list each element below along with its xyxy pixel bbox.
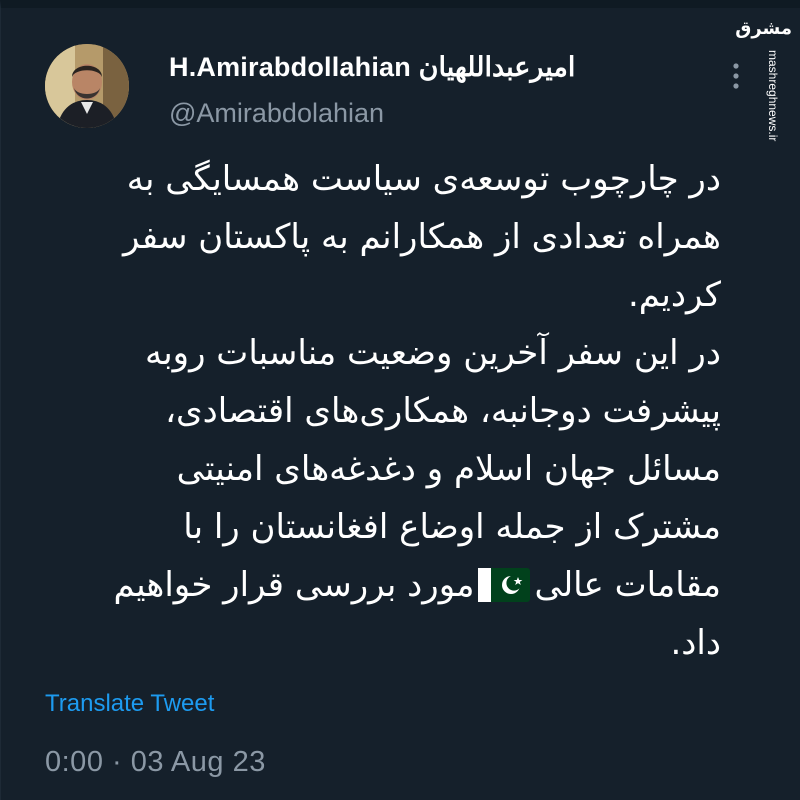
tweet-line: مسائل جهان اسلام و دغدغه‌های امنیتی [176,449,721,489]
tweet-card: مشرق mashreghnews.ir H.Amirabdollahian ا… [0,0,800,800]
tweet-line: پیشرفت دوجانبه، همکاری‌های اقتصادی، [165,391,721,431]
tweet-line: در چارچوب توسعه‌ی سیاست همسایگی به [126,159,721,199]
tweet-text: در چارچوب توسعه‌ی سیاست همسایگی به همراه… [41,150,721,672]
avatar-image [45,44,129,128]
tweet-timestamp[interactable]: 0:00 · 03 Aug 23 [45,746,266,779]
display-name[interactable]: H.Amirabdollahian امیرعبداللهیان [169,52,639,88]
watermark: مشرق mashreghnews.ir [735,18,792,142]
watermark-logo: مشرق [735,18,792,39]
avatar[interactable] [45,44,129,128]
tweet-line: همراه تعدادی از همکارانم به پاکستان سفر [123,217,721,257]
more-vertical-icon[interactable] [726,60,746,92]
user-handle[interactable]: @Amirabdolahian [169,98,384,129]
tweet-line: مشترک از جمله اوضاع افغانستان را با [183,507,721,547]
tweet-line: در این سفر آخرین وضعیت مناسبات روبه [144,333,721,373]
pakistan-flag-icon [478,562,531,602]
translate-tweet-link[interactable]: Translate Tweet [45,690,214,718]
tweet-line: کردیم. [628,275,721,315]
tweet-line-end: مورد بررسی قرار خواهیم [113,565,475,605]
tweet-line-start: مقامات عالی [534,565,721,605]
tweet-line-with-flag: مقامات عالی مورد بررسی قرار خواهیم [41,556,721,614]
display-name-text: H.Amirabdollahian امیرعبداللهیان [169,52,576,82]
tweet-line: داد. [670,623,721,663]
watermark-url: mashreghnews.ir [766,50,780,142]
